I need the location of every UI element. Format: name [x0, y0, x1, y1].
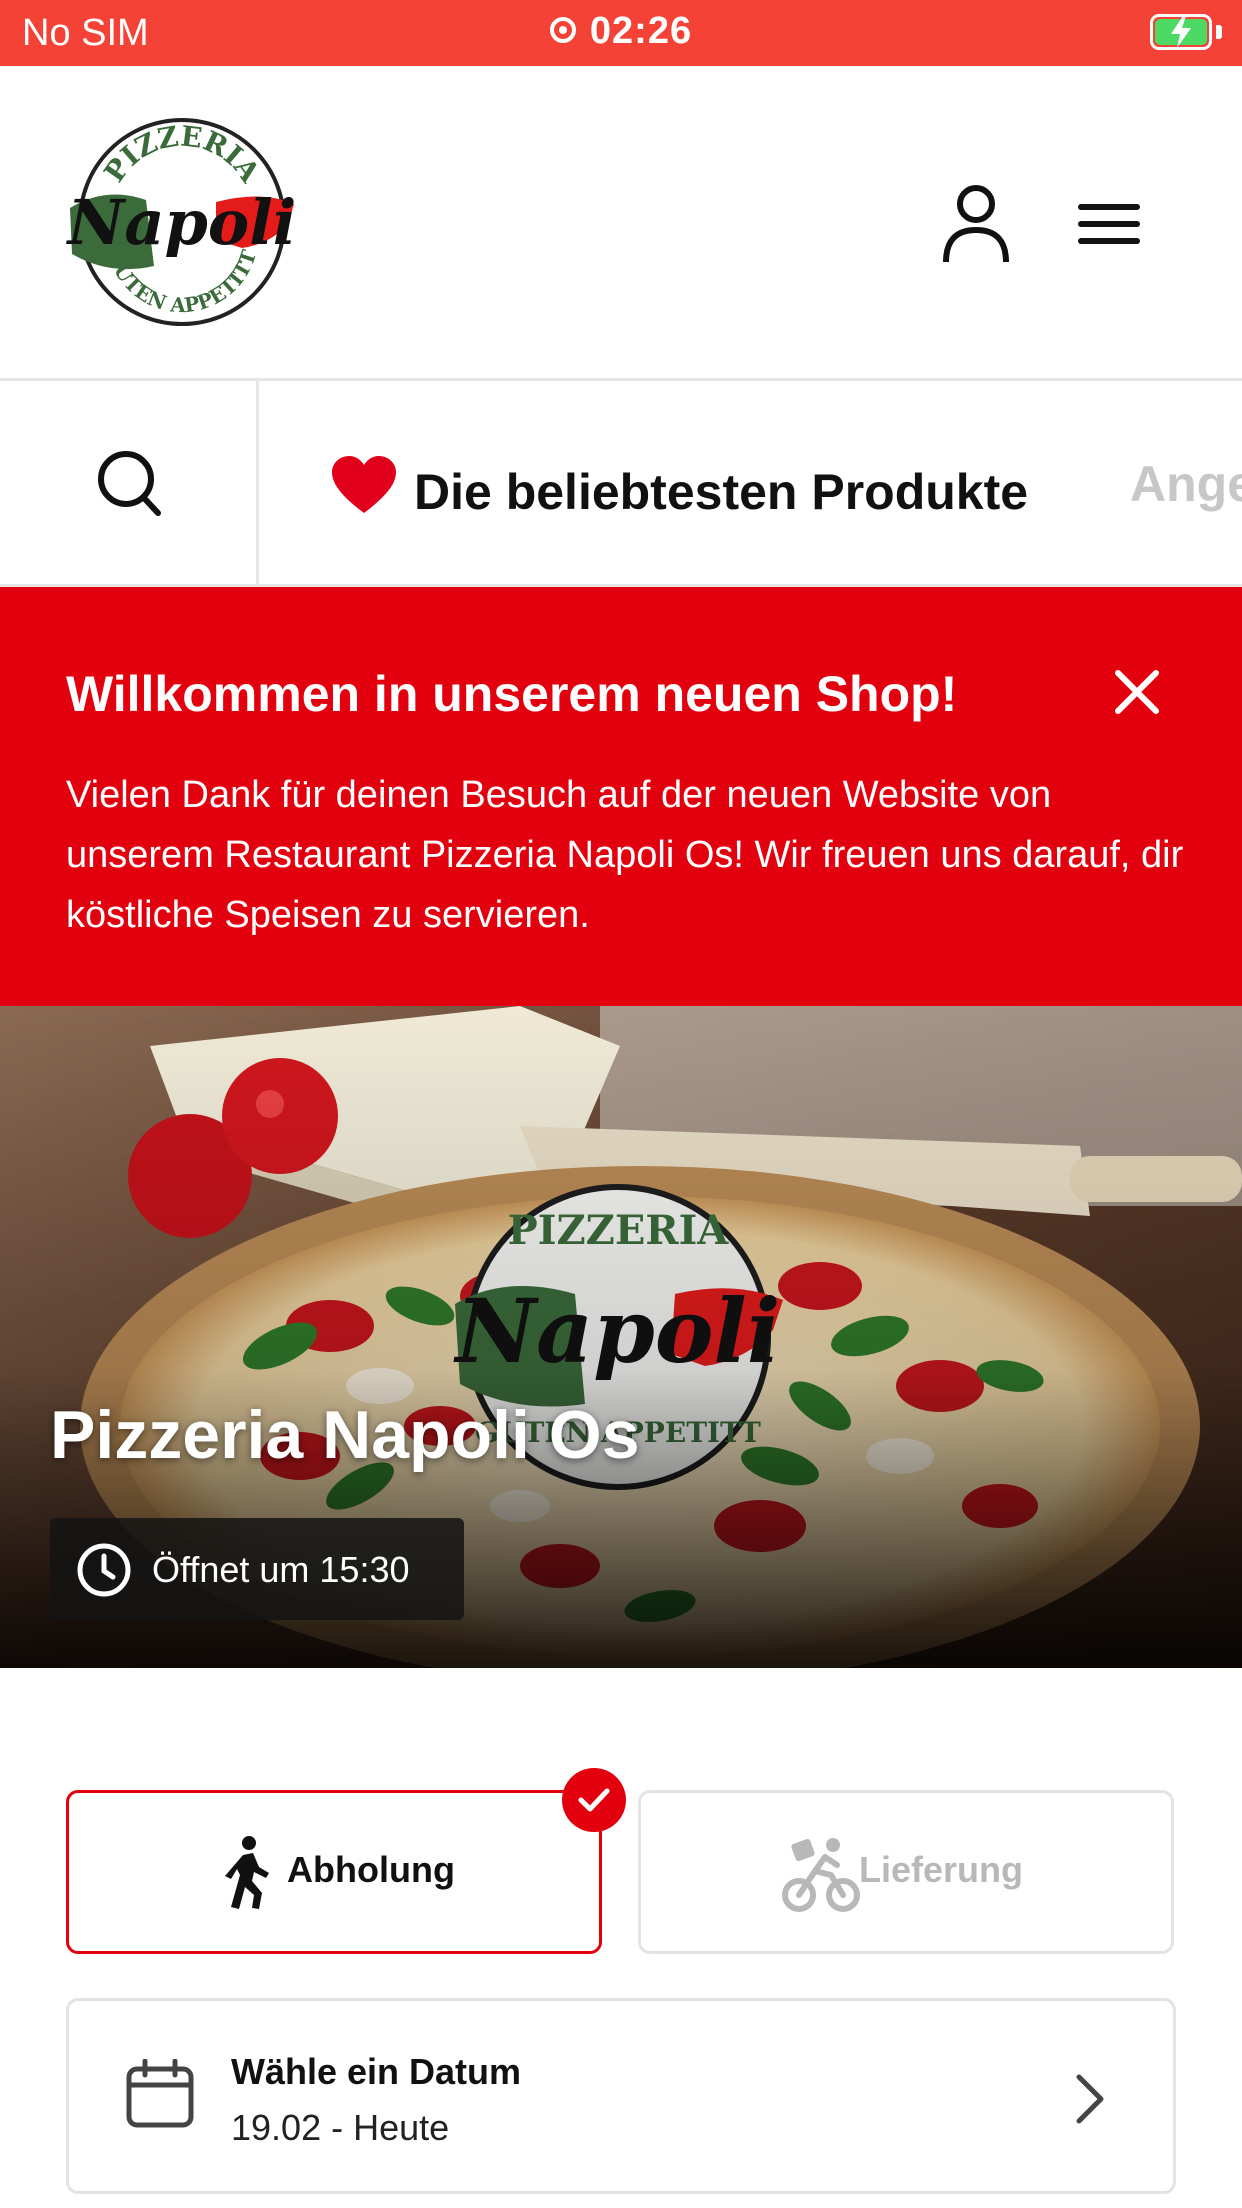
- pizzeria-napoli-logo[interactable]: PIZZERIA Napoli GUTEN APPETITT: [66, 116, 298, 328]
- clock-time: 02:26: [589, 10, 693, 52]
- category-tab-popular[interactable]: Die beliebtesten Produkte: [330, 455, 1028, 527]
- user-icon[interactable]: [940, 184, 1012, 264]
- selected-check-icon: [562, 1768, 626, 1832]
- delivery-label: Lieferung: [859, 1849, 1024, 1890]
- hamburger-menu-icon[interactable]: [1078, 200, 1140, 248]
- calendar-icon: [126, 2059, 194, 2128]
- site-header: PIZZERIA Napoli GUTEN APPETITT: [0, 66, 1242, 381]
- pickup-label: Abholung: [287, 1849, 455, 1890]
- chevron-right-icon: [1076, 2074, 1104, 2124]
- restaurant-name: Pizzeria Napoli Os: [50, 1397, 640, 1473]
- banner-title: Willkommen in unserem neuen Shop!: [66, 666, 958, 722]
- date-picker[interactable]: Wähle ein Datum 19.02 - Heute: [66, 1998, 1176, 2194]
- search-icon: [98, 451, 161, 516]
- delivery-bike-icon: [782, 1838, 860, 1912]
- date-picker-label: Wähle ein Datum: [231, 2051, 522, 2092]
- category-tab-next[interactable]: Angebote: [1130, 455, 1242, 513]
- walking-person-icon: [225, 1836, 269, 1909]
- opening-status-badge: Öffnet um 15:30: [50, 1518, 464, 1620]
- opening-status-text: Öffnet um 15:30: [152, 1549, 410, 1590]
- clock: 02:26: [0, 10, 1242, 53]
- date-picker-value: 19.02 - Heute: [231, 2107, 450, 2148]
- category-tab-popular-label: Die beliebtesten Produkte: [414, 464, 1029, 520]
- battery-charging-icon: [1150, 14, 1222, 50]
- svg-text:Napoli: Napoli: [66, 186, 296, 259]
- category-bar: Die beliebtesten Produkte Angebote: [0, 381, 1242, 587]
- hero-image: PIZZERIA Napoli GUTEN APPETITT Pizzeria …: [0, 1006, 1242, 1668]
- status-bar: No SIM 02:26: [0, 0, 1242, 66]
- welcome-banner: Willkommen in unserem neuen Shop! Vielen…: [0, 587, 1242, 1006]
- close-icon[interactable]: [1112, 667, 1162, 717]
- banner-text: Vielen Dank für deinen Besuch auf der ne…: [66, 774, 1184, 936]
- clock-icon: [77, 1543, 131, 1597]
- screen-recording-icon: [549, 16, 576, 43]
- pickup-button[interactable]: Abholung: [66, 1790, 602, 1954]
- heart-icon: [330, 455, 398, 527]
- delivery-button[interactable]: Lieferung: [638, 1790, 1174, 1954]
- search-button[interactable]: [0, 381, 259, 584]
